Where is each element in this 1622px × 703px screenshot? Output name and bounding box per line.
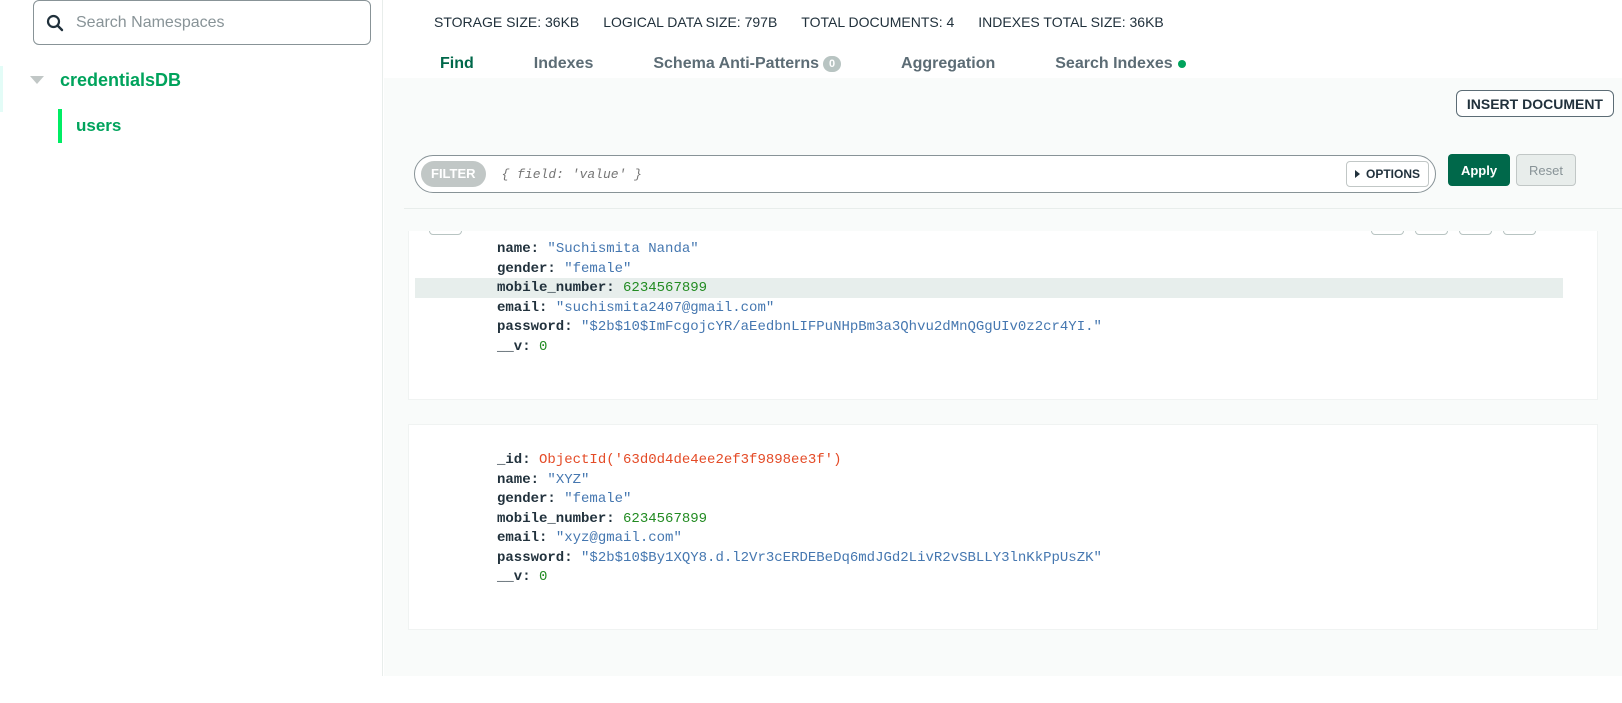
sidebar-edge-highlight bbox=[0, 66, 3, 112]
stat-total-documents: TOTAL DOCUMENTS: 4 bbox=[801, 14, 955, 30]
app-window: credentialsDB users STORAGE SIZE: 36KB L… bbox=[0, 0, 1622, 703]
search-icon bbox=[46, 14, 64, 31]
document-field-password: password: "$2b$10$ImFcgojcYR/aEedbnLIFPu… bbox=[497, 319, 1102, 335]
sidebar-database-row[interactable]: credentialsDB bbox=[30, 66, 181, 94]
stat-indexes-size: INDEXES TOTAL SIZE: 36KB bbox=[978, 14, 1164, 30]
apply-button[interactable]: Apply bbox=[1448, 154, 1510, 186]
options-button[interactable]: OPTIONS bbox=[1345, 161, 1429, 187]
chevron-down-icon[interactable] bbox=[30, 76, 44, 84]
namespace-search-input[interactable] bbox=[76, 13, 346, 32]
collection-name: users bbox=[76, 116, 122, 135]
collection-stats: STORAGE SIZE: 36KB LOGICAL DATA SIZE: 79… bbox=[434, 14, 1164, 30]
document-card[interactable]: name: "Suchismita Nanda" gender: "female… bbox=[408, 231, 1598, 400]
database-name: credentialsDB bbox=[60, 69, 182, 90]
document-field-password: password: "$2b$10$By1XQY8.d.l2Vr3cERDEBe… bbox=[497, 549, 1102, 566]
tab-find[interactable]: Find bbox=[440, 50, 474, 78]
collection-tabs: Find Indexes Schema Anti-Patterns 0 Aggr… bbox=[440, 50, 1246, 78]
filter-label: FILTER bbox=[421, 161, 486, 187]
filter-bar[interactable]: FILTER OPTIONS bbox=[414, 155, 1436, 193]
tab-search-indexes-label: Search Indexes bbox=[1055, 55, 1173, 72]
clone-document-button[interactable] bbox=[1459, 231, 1492, 235]
stat-storage-size: STORAGE SIZE: 36KB bbox=[434, 14, 580, 30]
tab-schema-anti-patterns[interactable]: Schema Anti-Patterns 0 bbox=[653, 50, 842, 78]
expand-document-button[interactable] bbox=[429, 231, 462, 235]
document-field-name: name: "XYZ" bbox=[497, 471, 590, 488]
document-field-id: _id: ObjectId('63d0d4de4ee2ef3f9898ee3f'… bbox=[497, 452, 842, 468]
filter-input[interactable] bbox=[501, 166, 1322, 182]
tab-schema-label: Schema Anti-Patterns bbox=[653, 55, 820, 72]
document-card[interactable]: _id: ObjectId('63d0d4de4ee2ef3f9898ee3f'… bbox=[408, 424, 1598, 630]
tab-indexes[interactable]: Indexes bbox=[534, 50, 594, 78]
namespace-search[interactable] bbox=[33, 0, 371, 45]
schema-count-badge: 0 bbox=[823, 56, 842, 72]
document-field-gender: gender: "female" bbox=[497, 491, 632, 507]
sidebar: credentialsDB users bbox=[0, 0, 383, 676]
delete-document-button[interactable] bbox=[1503, 231, 1536, 235]
document-field-mobile: mobile_number: 6234567899 bbox=[497, 510, 708, 527]
caret-right-icon bbox=[1354, 170, 1360, 178]
main-panel: STORAGE SIZE: 36KB LOGICAL DATA SIZE: 79… bbox=[384, 0, 1622, 676]
document-field-name: name: "Suchismita Nanda" bbox=[497, 241, 699, 257]
document-field-version: __v: 0 bbox=[497, 569, 548, 585]
divider bbox=[404, 208, 1622, 209]
edit-document-button[interactable] bbox=[1371, 231, 1404, 235]
options-label: OPTIONS bbox=[1365, 167, 1420, 181]
tab-aggregation[interactable]: Aggregation bbox=[901, 50, 995, 78]
document-field-mobile: mobile_number: 6234567899 bbox=[497, 280, 708, 296]
document-field-email: email: "xyz@gmail.com" bbox=[497, 530, 682, 546]
tab-search-indexes[interactable]: Search Indexes bbox=[1055, 50, 1186, 78]
insert-document-button[interactable]: INSERT DOCUMENT bbox=[1455, 90, 1614, 117]
document-field-email: email: "suchismita2407@gmail.com" bbox=[497, 299, 775, 316]
status-dot-icon bbox=[1177, 60, 1186, 68]
document-field-gender: gender: "female" bbox=[497, 260, 632, 277]
sidebar-collection-users[interactable]: users bbox=[58, 109, 121, 143]
document-field-version: __v: 0 bbox=[497, 338, 548, 355]
document-list: name: "Suchismita Nanda" gender: "female… bbox=[408, 231, 1598, 676]
copy-document-button[interactable] bbox=[1415, 231, 1448, 235]
stat-logical-size: LOGICAL DATA SIZE: 797B bbox=[603, 14, 778, 30]
find-content: INSERT DOCUMENT FILTER OPTIONS Apply Res… bbox=[384, 78, 1622, 676]
reset-button[interactable]: Reset bbox=[1516, 154, 1576, 186]
